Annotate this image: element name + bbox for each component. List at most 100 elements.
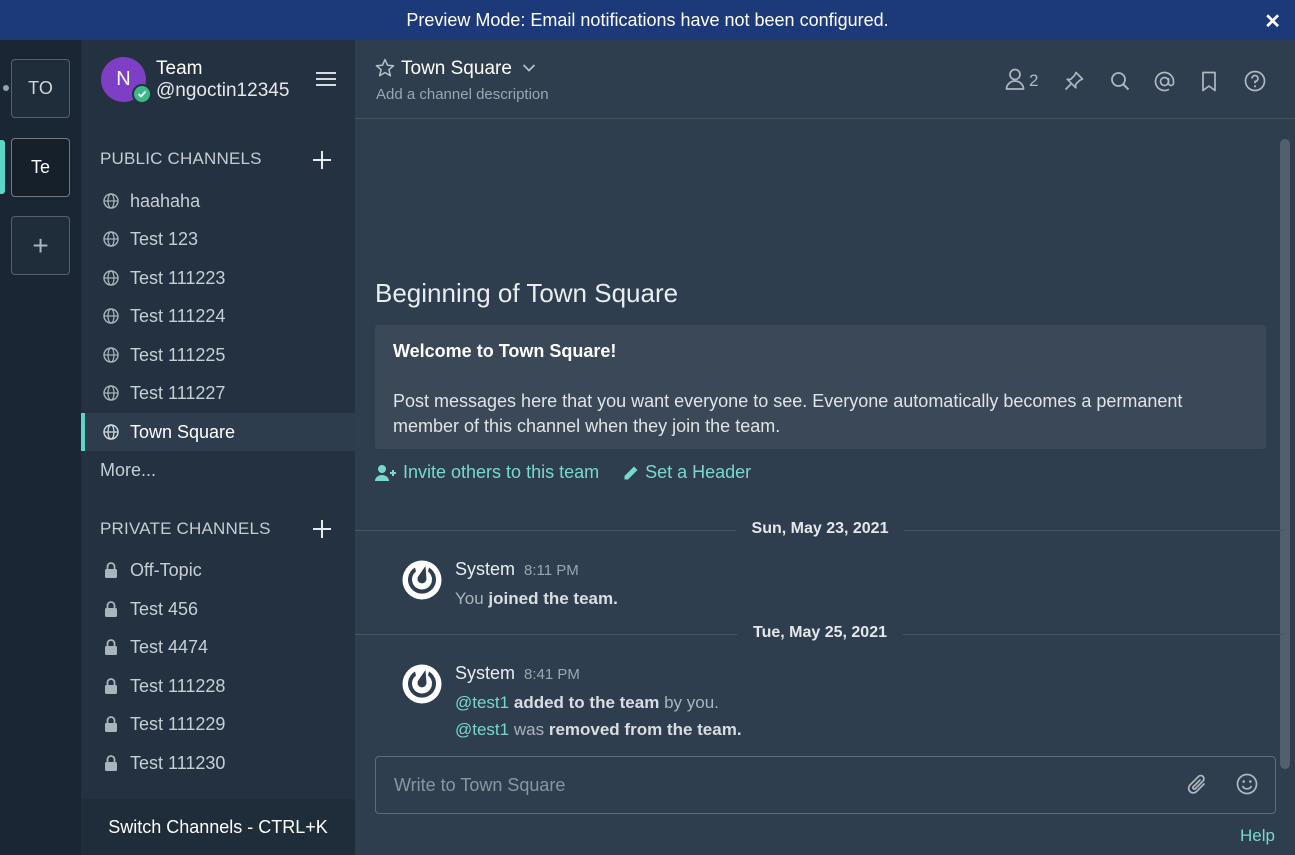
- invite-label: Invite others to this team: [403, 462, 600, 482]
- mention-link[interactable]: @test1: [455, 693, 509, 712]
- unread-dot: [3, 85, 9, 91]
- channel-item-haahaha[interactable]: haahaha: [81, 182, 355, 220]
- globe-icon: [102, 230, 120, 248]
- post-message: @test1 was removed from the team.: [455, 720, 742, 740]
- channel-item-test-111230[interactable]: Test 111230: [81, 744, 355, 782]
- globe-icon: [102, 423, 120, 441]
- lock-icon: [102, 754, 120, 772]
- mention-icon[interactable]: [1154, 68, 1175, 94]
- message-composer: [375, 756, 1276, 814]
- channel-label: Test 111227: [130, 382, 226, 403]
- mention-link[interactable]: @test1: [455, 720, 509, 739]
- plus-icon: +: [32, 229, 49, 261]
- search-icon[interactable]: [1110, 68, 1130, 94]
- post-item[interactable]: System 8:41 PM @test1 added to the team …: [401, 663, 1261, 743]
- channel-label: Test 111225: [130, 344, 226, 365]
- post-text-bold: joined the team.: [488, 589, 618, 608]
- post-time[interactable]: 8:41 PM: [524, 666, 580, 683]
- channel-label: Test 123: [130, 228, 199, 249]
- team-sidebar: TO Te +: [0, 40, 81, 855]
- channel-item-off-topic[interactable]: Off-Topic: [81, 551, 355, 589]
- channel-item-test-111228[interactable]: Test 111228: [81, 667, 355, 705]
- online-status-icon: [132, 84, 152, 104]
- channel-description-link[interactable]: Add a channel description: [376, 86, 549, 103]
- chevron-down-icon[interactable]: [521, 60, 537, 81]
- channel-label: Off-Topic: [130, 559, 202, 580]
- globe-icon: [102, 269, 120, 287]
- channel-item-test-111224[interactable]: Test 111224: [81, 297, 355, 335]
- members-button[interactable]: 2: [1005, 68, 1038, 94]
- lock-icon: [102, 638, 120, 656]
- team-label: Te: [30, 157, 50, 177]
- channel-title[interactable]: Town Square: [401, 58, 512, 80]
- paperclip-icon[interactable]: [1186, 773, 1208, 802]
- post-username[interactable]: System: [455, 559, 515, 580]
- set-header-link[interactable]: Set a Header: [623, 462, 751, 483]
- team-button-to[interactable]: TO: [11, 59, 70, 118]
- more-channels-link[interactable]: More...: [100, 460, 156, 481]
- intro-body: Post messages here that you want everyon…: [393, 391, 1183, 436]
- channel-item-test-4474[interactable]: Test 4474: [81, 628, 355, 666]
- post-text: by you.: [664, 693, 719, 712]
- post-time[interactable]: 8:11 PM: [524, 562, 579, 579]
- add-public-channel-button[interactable]: [312, 150, 332, 170]
- help-icon[interactable]: [1244, 68, 1266, 94]
- active-team-indicator: [0, 140, 5, 194]
- main-channel-view: Town Square Add a channel description 2 …: [355, 40, 1295, 855]
- channel-item-town-square[interactable]: Town Square: [81, 413, 355, 451]
- channel-label: Test 111230: [130, 752, 226, 773]
- post-item[interactable]: System 8:11 PM You joined the team.: [401, 559, 1261, 609]
- menu-icon[interactable]: [316, 72, 336, 86]
- channel-item-test-111229[interactable]: Test 111229: [81, 705, 355, 743]
- lock-icon: [102, 677, 120, 695]
- channel-header: Town Square Add a channel description 2: [355, 40, 1295, 119]
- sidebar-header[interactable]: N Team @ngoctin12345: [81, 40, 355, 120]
- help-link[interactable]: Help: [1240, 826, 1275, 846]
- channel-item-test-111225[interactable]: Test 111225: [81, 336, 355, 374]
- message-scrollbar[interactable]: [1280, 139, 1290, 769]
- channel-label: Test 456: [130, 598, 199, 619]
- channel-label: Test 111228: [130, 675, 226, 696]
- avatar-initial: N: [116, 68, 131, 90]
- post-message: @test1 added to the team by you.: [455, 693, 719, 713]
- team-button-te[interactable]: Te: [11, 138, 70, 197]
- channel-label: Test 111223: [130, 267, 226, 288]
- pin-icon[interactable]: [1063, 68, 1085, 94]
- channel-item-test-111227[interactable]: Test 111227: [81, 374, 355, 412]
- switch-channels-button[interactable]: Switch Channels - CTRL+K: [81, 799, 355, 855]
- add-private-channel-button[interactable]: [312, 519, 332, 539]
- channel-intro-box: Welcome to Town Square! Post messages he…: [375, 325, 1266, 449]
- globe-icon: [102, 192, 120, 210]
- set-header-label: Set a Header: [645, 462, 752, 482]
- post-text: was: [513, 720, 545, 739]
- post-text-bold: removed from the team.: [548, 720, 742, 739]
- preview-mode-banner: Preview Mode: Email notifications have n…: [0, 0, 1295, 40]
- post-text: You: [455, 589, 484, 608]
- lock-icon: [102, 561, 120, 579]
- invite-others-link[interactable]: Invite others to this team: [375, 462, 599, 483]
- add-team-button[interactable]: +: [11, 216, 70, 275]
- lock-icon: [102, 600, 120, 618]
- pencil-icon: [624, 466, 638, 479]
- date-separator: Sun, May 23, 2021: [355, 518, 1285, 542]
- date-separator: Tue, May 25, 2021: [355, 622, 1285, 646]
- globe-icon: [102, 307, 120, 325]
- lock-icon: [102, 715, 120, 733]
- channel-item-test-456[interactable]: Test 456: [81, 590, 355, 628]
- globe-icon: [102, 384, 120, 402]
- bookmark-icon[interactable]: [1201, 68, 1217, 94]
- close-icon[interactable]: ✕: [1264, 9, 1281, 34]
- team-label: TO: [28, 78, 53, 98]
- channel-item-test-123[interactable]: Test 123: [81, 220, 355, 258]
- channel-label: Test 4474: [130, 636, 209, 657]
- intro-actions: Invite others to this team Set a Header: [375, 462, 751, 483]
- emoji-icon[interactable]: [1236, 773, 1258, 800]
- star-icon[interactable]: [375, 58, 395, 83]
- add-user-icon: [375, 464, 396, 481]
- member-icon: [1005, 68, 1025, 95]
- channel-item-test-111223[interactable]: Test 111223: [81, 259, 355, 297]
- post-username[interactable]: System: [455, 663, 515, 684]
- post-text-bold: added to the team: [513, 693, 660, 712]
- message-input[interactable]: [394, 769, 1154, 801]
- channel-label: Test 111224: [130, 305, 226, 326]
